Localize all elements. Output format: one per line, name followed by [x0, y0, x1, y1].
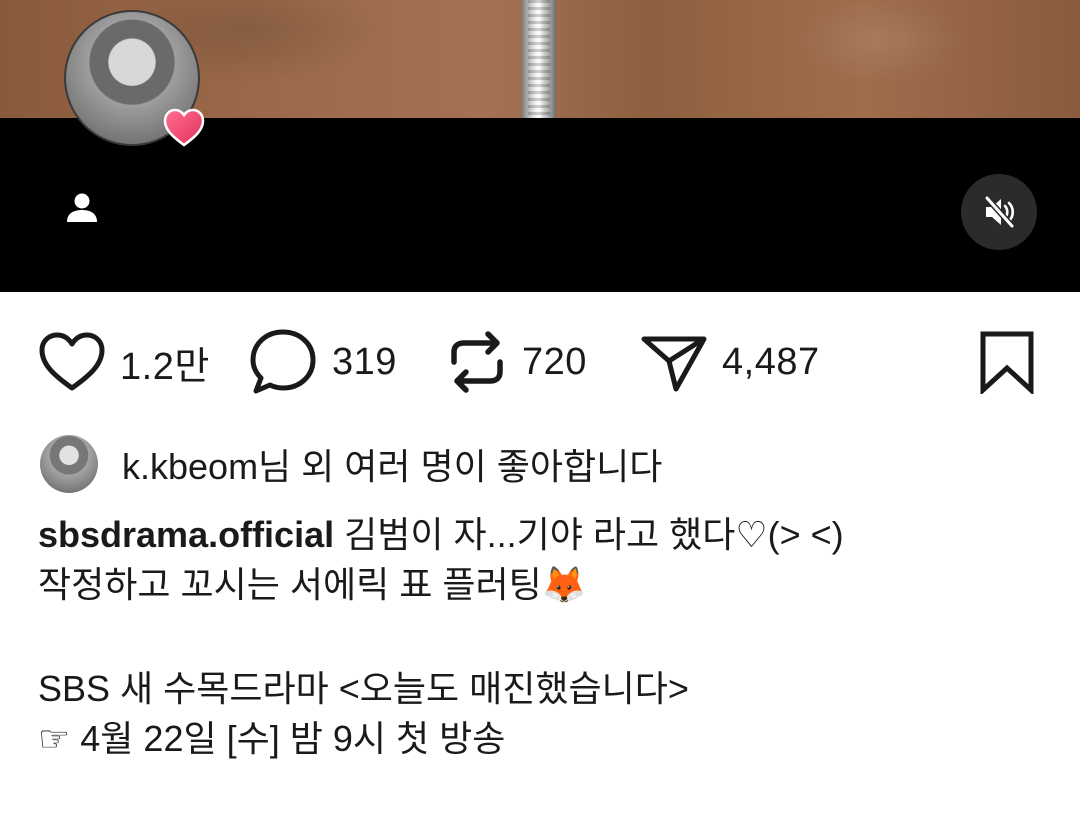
person-icon[interactable]	[64, 190, 100, 226]
comment-button[interactable]: 319	[248, 320, 397, 404]
repost-icon	[451, 331, 503, 393]
send-icon	[641, 336, 707, 392]
comment-count: 319	[332, 340, 397, 383]
jacket-zipper	[522, 0, 556, 118]
post-caption: sbsdrama.official 김범이 자...기야 라고 했다♡(> <) …	[38, 510, 1048, 764]
repost-count: 720	[522, 340, 587, 383]
caption-text-1: 김범이 자...기야 라고 했다♡(> <)	[344, 514, 844, 555]
liker-avatar[interactable]	[40, 435, 98, 493]
caption-line-1: sbsdrama.official 김범이 자...기야 라고 했다♡(> <)	[38, 510, 1048, 560]
caption-line-4: ☞ 4월 22일 [수] 밤 9시 첫 방송	[38, 718, 506, 759]
caption-line-2: 작정하고 꼬시는 서에릭 표 플러팅🦊	[38, 564, 587, 605]
heart-badge-icon	[163, 108, 205, 148]
like-count: 1.2만	[120, 345, 210, 388]
mute-button[interactable]	[961, 174, 1037, 250]
like-button[interactable]: 1.2만	[38, 320, 210, 404]
speaker-muted-icon	[984, 195, 1015, 229]
save-button[interactable]	[978, 320, 1036, 404]
liked-by-row[interactable]: k.kbeom님 외 여러 명이 좋아합니다	[40, 432, 662, 496]
post-actions-bar: 1.2만 319 720 4,487	[0, 320, 1080, 404]
share-button[interactable]: 4,487	[640, 320, 820, 404]
heart-icon	[39, 332, 105, 391]
share-count: 4,487	[722, 340, 820, 383]
comment-bubble-icon	[250, 329, 316, 394]
caption-username[interactable]: sbsdrama.official	[38, 514, 334, 555]
liked-by-text[interactable]: k.kbeom님 외 여러 명이 좋아합니다	[122, 438, 662, 490]
caption-line-3: SBS 새 수목드라마 <오늘도 매진했습니다>	[38, 668, 689, 709]
bookmark-icon	[980, 331, 1034, 394]
repost-button[interactable]: 720	[446, 320, 587, 404]
